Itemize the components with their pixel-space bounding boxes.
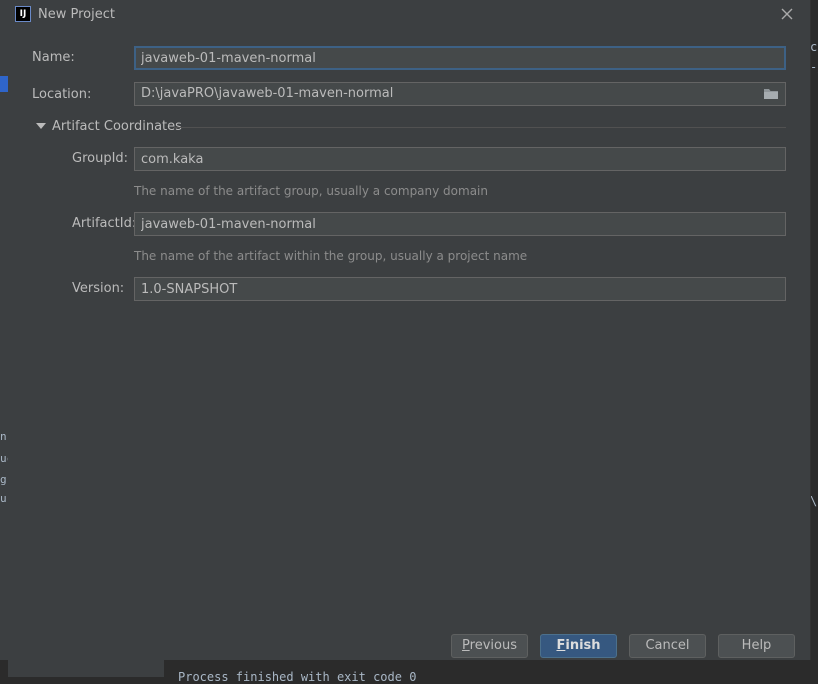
previous-button[interactable]: Previous <box>451 634 528 658</box>
version-label: Version: <box>72 281 125 296</box>
new-project-dialog: IJ New Project Name: Location: D:\javaPR… <box>8 0 811 660</box>
section-title: Artifact Coordinates <box>52 119 182 134</box>
browse-folder-button[interactable] <box>763 87 779 101</box>
groupid-hint: The name of the artifact group, usually … <box>134 184 488 198</box>
artifactid-hint: The name of the artifact within the grou… <box>134 249 528 263</box>
name-label: Name: <box>32 50 75 65</box>
previous-mnemonic: P <box>462 638 470 653</box>
finish-button[interactable]: Finish <box>540 634 617 658</box>
name-input[interactable] <box>134 46 786 70</box>
section-divider <box>174 127 786 128</box>
artifactid-input[interactable] <box>134 212 786 236</box>
location-label: Location: <box>32 87 92 102</box>
dialog-title: New Project <box>38 7 115 22</box>
folder-icon <box>764 89 778 99</box>
finish-label: inish <box>565 638 601 653</box>
help-button[interactable]: Help <box>718 634 795 658</box>
ide-console-gutter <box>8 660 164 677</box>
groupid-input[interactable] <box>134 147 786 171</box>
close-icon <box>781 8 793 20</box>
ide-right-fragment: \ <box>810 494 818 508</box>
close-button[interactable] <box>778 5 796 23</box>
cancel-button[interactable]: Cancel <box>629 634 706 658</box>
groupid-label: GroupId: <box>72 151 129 166</box>
console-output: Process finished with exit code 0 <box>178 670 417 684</box>
ide-right-panel <box>810 0 818 677</box>
intellij-icon: IJ <box>15 6 31 22</box>
location-field[interactable]: D:\javaPRO\javaweb-01-maven-normal <box>134 82 786 106</box>
collapse-arrow-icon[interactable] <box>36 123 46 129</box>
location-value: D:\javaPRO\javaweb-01-maven-normal <box>141 86 394 101</box>
artifact-coordinates-section[interactable]: Artifact Coordinates <box>34 119 786 135</box>
previous-label: revious <box>469 638 517 653</box>
version-input[interactable] <box>134 277 786 301</box>
ide-right-fragment: -/ <box>810 60 818 74</box>
ide-left-selection <box>0 76 8 92</box>
artifactid-label: ArtifactId: <box>72 216 137 231</box>
ide-right-fragment: c <box>810 40 818 54</box>
dialog-titlebar: IJ New Project <box>8 0 810 30</box>
